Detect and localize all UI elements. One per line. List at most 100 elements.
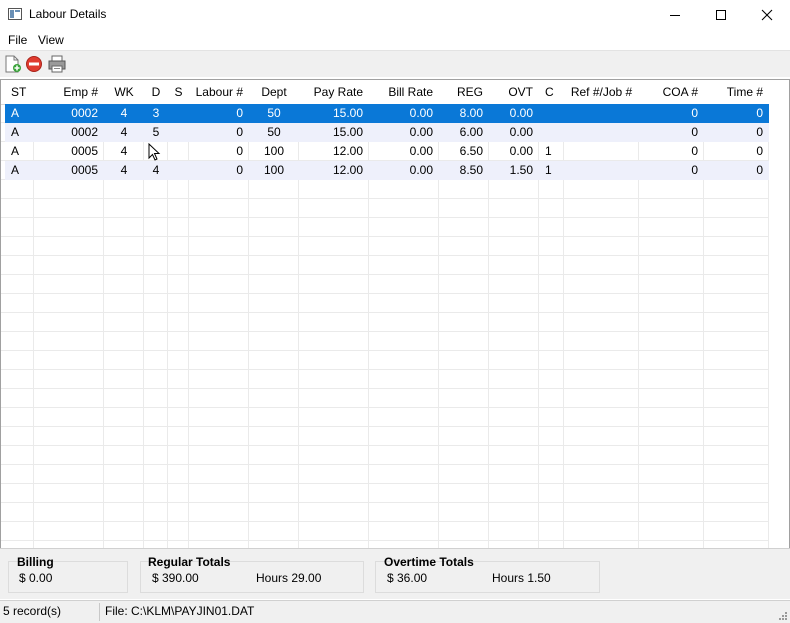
cell-emp-num: 0002 <box>71 106 98 120</box>
column-header-labour-num[interactable]: Labour # <box>189 80 249 104</box>
delete-record-button[interactable] <box>24 54 44 74</box>
cell-time-num: 0 <box>756 163 763 177</box>
cell-pay-rate: 12.00 <box>332 163 363 177</box>
cell-bill-rate: 0.00 <box>409 163 433 177</box>
cell-ref-job <box>564 161 639 180</box>
menu-bar: File View <box>0 30 790 50</box>
minimize-button[interactable] <box>652 0 698 30</box>
delete-icon <box>26 56 42 72</box>
cell-coa-num: 0 <box>691 163 698 177</box>
cell-reg: 8.00 <box>459 106 483 120</box>
cell-emp-num: 0002 <box>71 125 98 139</box>
grid-row-line <box>1 426 769 427</box>
maximize-button[interactable] <box>698 0 744 30</box>
maximize-icon <box>716 10 726 20</box>
column-header-emp-num[interactable]: Emp # <box>34 80 104 104</box>
cell-coa-num: 0 <box>691 144 698 158</box>
grid-row-line <box>1 502 769 503</box>
billing-box: Billing $ 0.00 <box>8 555 128 593</box>
grid-row-line <box>1 217 769 218</box>
grid-row-line <box>1 407 769 408</box>
cell-s <box>168 123 189 142</box>
grid-row-line <box>1 274 769 275</box>
cell-time-num: 0 <box>756 144 763 158</box>
cell-wk: 4 <box>120 163 128 177</box>
cell-ref-job <box>564 104 639 123</box>
resize-grip-icon[interactable] <box>778 611 788 621</box>
totals-panel: Billing $ 0.00 Regular Totals $ 390.00 H… <box>0 548 790 599</box>
column-header-wk[interactable]: WK <box>104 80 144 104</box>
app-icon <box>8 8 22 20</box>
cell-pay-rate: 15.00 <box>332 125 363 139</box>
cell-s <box>168 104 189 123</box>
cell-reg: 6.50 <box>459 144 483 158</box>
column-header-c[interactable]: C <box>539 80 564 104</box>
grid-row-line <box>1 464 769 465</box>
cell-dept: 50 <box>267 106 281 120</box>
grid-row-line <box>1 255 769 256</box>
cell-st: A <box>11 163 20 177</box>
overtime-hours: Hours 1.50 <box>492 571 551 585</box>
column-header-coa-num[interactable]: COA # <box>639 80 704 104</box>
column-header-dept[interactable]: Dept <box>249 80 299 104</box>
column-header-reg[interactable]: REG <box>439 80 489 104</box>
table-row[interactable]: A 0005 4 0 100 12.00 0.00 6.50 0.00 1 0 0 <box>5 142 769 161</box>
billing-amount: $ 0.00 <box>19 571 53 585</box>
cell-st: A <box>11 144 20 158</box>
column-header-bill-rate[interactable]: Bill Rate <box>369 80 439 104</box>
overtime-amount: $ 36.00 <box>387 571 428 585</box>
close-button[interactable] <box>744 0 790 30</box>
column-header-s[interactable]: S <box>168 80 189 104</box>
grid-row-line <box>1 350 769 351</box>
cell-s <box>168 161 189 180</box>
cell-labour-num: 0 <box>236 163 243 177</box>
cell-wk: 4 <box>120 106 128 120</box>
print-button[interactable] <box>47 54 67 74</box>
cell-coa-num: 0 <box>691 125 698 139</box>
cell-st: A <box>11 125 20 139</box>
menu-file[interactable]: File <box>8 33 27 47</box>
column-header-time-num[interactable]: Time # <box>704 80 769 104</box>
table-row[interactable]: A 0002 4 3 0 50 15.00 0.00 8.00 0.00 0 0 <box>5 104 769 123</box>
column-header-st[interactable]: ST <box>5 80 34 104</box>
column-header-ovt[interactable]: OVT <box>489 80 539 104</box>
grid-row-line <box>1 540 769 541</box>
table-row[interactable]: A 0005 4 4 0 100 12.00 0.00 8.50 1.50 1 0 0 <box>5 161 769 180</box>
billing-title: Billing <box>17 555 54 569</box>
column-header-ref-job[interactable]: Ref #/Job # <box>564 80 639 104</box>
cell-ovt: 0.00 <box>509 125 533 139</box>
cell-ovt: 0.00 <box>509 106 533 120</box>
cell-time-num: 0 <box>756 106 763 120</box>
cell-labour-num: 0 <box>236 144 243 158</box>
file-path: File: C:\KLM\PAYJIN01.DAT <box>105 604 255 618</box>
mouse-cursor-icon <box>148 143 161 161</box>
cell-emp-num: 0005 <box>71 144 98 158</box>
grid-row-line <box>1 388 769 389</box>
labour-grid[interactable]: ST Emp # WK D S Labour # Dept Pay Rate Bill Rate… <box>0 79 790 549</box>
cell-bill-rate: 0.00 <box>409 106 433 120</box>
cell-c: 1 <box>545 163 552 177</box>
column-header-pay-rate[interactable]: Pay Rate <box>299 80 369 104</box>
cell-wk: 4 <box>120 144 128 158</box>
cell-pay-rate: 12.00 <box>332 144 363 158</box>
minimize-icon <box>670 15 680 16</box>
cell-wk: 4 <box>120 125 128 139</box>
cell-c: 1 <box>545 144 552 158</box>
title-bar: Labour Details <box>0 0 790 30</box>
new-record-button[interactable] <box>3 54 23 74</box>
cell-bill-rate: 0.00 <box>409 125 433 139</box>
cell-ref-job <box>564 142 639 161</box>
cell-reg: 6.00 <box>459 125 483 139</box>
table-row[interactable]: A 0002 4 5 0 50 15.00 0.00 6.00 0.00 0 0 <box>5 123 769 142</box>
menu-view[interactable]: View <box>38 33 64 47</box>
cell-d: 5 <box>152 125 160 139</box>
cell-pay-rate: 15.00 <box>332 106 363 120</box>
grid-row-line <box>1 198 769 199</box>
cell-c <box>539 123 564 142</box>
cell-s <box>168 142 189 161</box>
column-header-d[interactable]: D <box>144 80 168 104</box>
grid-row-line <box>1 293 769 294</box>
overtime-totals-title: Overtime Totals <box>384 555 474 569</box>
grid-body: ST Emp # WK D S Labour # Dept Pay Rate Bill Rate… <box>1 80 789 548</box>
cell-bill-rate: 0.00 <box>409 144 433 158</box>
